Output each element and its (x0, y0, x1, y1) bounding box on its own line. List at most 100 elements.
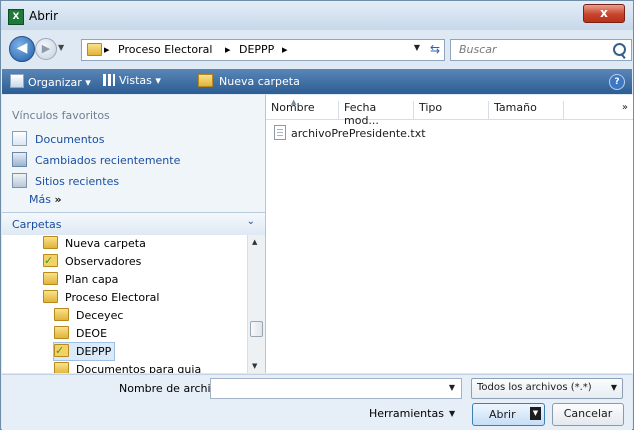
tree-item-deceyec[interactable]: Deceyec (54, 307, 123, 324)
search-icon[interactable] (613, 43, 626, 56)
fav-cambiados-recientemente[interactable]: Cambiados recientemente (12, 152, 180, 167)
address-bar[interactable]: ▸ Proceso Electoral ▸ DEPPP ▸ ▼ ⇆ (81, 39, 445, 61)
column-label: Tamaño (494, 101, 537, 114)
column-header-row: ▲ Nombre Fecha mod... Tipo Tamaño » (266, 95, 633, 127)
filetype-select[interactable]: Todos los archivos (*.*) ▼ (471, 378, 623, 399)
more-links[interactable]: Más » (29, 193, 62, 206)
open-dialog: X Abrir x ◀ ▶ ▼ ▸ Proceso Electoral ▸ DE… (0, 0, 634, 430)
fav-label: Sitios recientes (35, 175, 120, 188)
fav-sitios-recientes[interactable]: Sitios recientes (12, 173, 119, 188)
tree-item-label: Deceyec (76, 309, 124, 322)
tree-scrollbar[interactable]: ▲ ▼ (247, 235, 265, 373)
folders-header[interactable]: Carpetas ⌄ (2, 212, 265, 236)
file-list-pane: ▲ Nombre Fecha mod... Tipo Tamaño » archi… (266, 95, 633, 373)
help-button[interactable]: ? (609, 74, 625, 90)
organize-button[interactable]: Organizar ▾ (10, 74, 91, 89)
filetype-value: Todos los archivos (*.*) (477, 382, 592, 393)
file-name: archivoPrePresidente.txt (291, 127, 426, 140)
refresh-icon[interactable]: ⇆ (430, 42, 440, 56)
shared-folder-icon (54, 342, 69, 359)
scroll-down-icon[interactable]: ▼ (252, 362, 257, 370)
breadcrumb-separator: ▸ (282, 43, 288, 56)
tree-item-label: DEPPP (76, 345, 112, 358)
organize-icon (10, 74, 24, 88)
favorites-heading: Vínculos favoritos (12, 109, 110, 122)
tree-item-observadores[interactable]: Observadores (43, 252, 142, 270)
cancel-button[interactable]: Cancelar (552, 403, 624, 426)
folder-icon (43, 236, 58, 249)
column-label: Tipo (419, 101, 443, 114)
more-label: Más (29, 193, 51, 206)
folder-icon (87, 43, 102, 56)
tree-item-label: Nueva carpeta (65, 237, 146, 250)
organize-label: Organizar (28, 76, 82, 89)
sort-ascending-icon: ▲ (291, 98, 297, 106)
address-row: ◀ ▶ ▼ ▸ Proceso Electoral ▸ DEPPP ▸ ▼ ⇆ … (1, 30, 633, 64)
breadcrumb-proceso-electoral[interactable]: Proceso Electoral (118, 43, 212, 56)
folder-icon (54, 308, 69, 321)
tree-item-label: Plan capa (65, 273, 119, 286)
open-split-dropdown-icon[interactable]: ▼ (530, 407, 541, 420)
column-label: Fecha mod... (344, 101, 379, 127)
file-item[interactable]: archivoPrePresidente.txt (274, 125, 426, 141)
column-nombre[interactable]: ▲ Nombre (266, 98, 339, 119)
tree-item-documentos-para-guia[interactable]: Documentos para guia (54, 361, 201, 373)
tree-item-label: Observadores (65, 255, 142, 268)
recent-changes-icon (12, 152, 27, 167)
open-label: Abrir (489, 408, 516, 421)
folder-icon (54, 326, 69, 339)
folder-icon (54, 362, 69, 373)
column-fecha[interactable]: Fecha mod... (339, 101, 414, 127)
tree-item-deppp[interactable]: DEPPP (53, 342, 116, 361)
dialog-title: Abrir (29, 9, 59, 23)
folders-heading: Carpetas (12, 218, 62, 231)
breadcrumb-separator: ▸ (104, 43, 110, 56)
chevron-down-icon: ▼ (610, 383, 617, 392)
more-columns-icon[interactable]: » (622, 102, 628, 113)
new-folder-icon (198, 74, 213, 87)
tree-item-label: DEOE (76, 327, 108, 340)
fav-documentos[interactable]: Documentos (12, 131, 104, 146)
tree-item-plan-capa[interactable]: Plan capa (43, 271, 118, 288)
breadcrumb-deppp[interactable]: DEPPP (239, 43, 274, 56)
tree-item-label: Documentos para guia (76, 363, 202, 373)
scroll-thumb[interactable] (250, 321, 263, 337)
breadcrumb-separator: ▸ (225, 43, 231, 56)
title-bar: X Abrir x (1, 1, 633, 30)
tree-item-proceso-electoral[interactable]: Proceso Electoral (43, 289, 159, 306)
tree-item-nueva-carpeta[interactable]: Nueva carpeta (43, 235, 146, 252)
chevron-down-icon[interactable]: ⌄ (247, 216, 255, 227)
folder-icon (43, 272, 58, 285)
shared-folder-icon (43, 252, 58, 269)
views-label: Vistas (119, 74, 152, 87)
tools-dropdown-icon[interactable]: ▼ (449, 409, 455, 418)
folder-tree: Nueva carpeta Observadores Plan capa Pro… (2, 235, 247, 373)
command-toolbar: Organizar ▾ Vistas ▾ Nueva carpeta ? (2, 69, 632, 94)
filename-dropdown-icon[interactable]: ▼ (449, 383, 455, 392)
new-folder-button[interactable]: Nueva carpeta (198, 74, 300, 88)
search-input[interactable]: Buscar (459, 43, 497, 56)
column-tamano[interactable]: Tamaño (489, 101, 564, 119)
text-file-icon (274, 125, 286, 140)
open-button[interactable]: Abrir ▼ (472, 403, 545, 426)
fav-label: Cambiados recientemente (35, 154, 181, 167)
address-dropdown-icon[interactable]: ▼ (414, 43, 420, 52)
dialog-footer: Nombre de archivo: ▼ Todos los archivos … (2, 374, 632, 430)
new-folder-label: Nueva carpeta (219, 75, 300, 88)
excel-app-icon: X (8, 9, 24, 25)
column-tipo[interactable]: Tipo (414, 101, 489, 119)
close-button[interactable]: x (583, 4, 625, 23)
views-icon (103, 74, 115, 86)
forward-button[interactable]: ▶ (35, 38, 57, 60)
more-chevron-icon: » (54, 193, 62, 206)
search-box[interactable]: Buscar (450, 39, 632, 61)
fav-label: Documentos (35, 133, 105, 146)
views-button[interactable]: Vistas ▾ (103, 74, 161, 87)
scroll-up-icon[interactable]: ▲ (252, 238, 257, 246)
filename-input[interactable]: ▼ (210, 378, 462, 399)
documents-icon (12, 131, 27, 146)
tools-button[interactable]: Herramientas (369, 407, 444, 420)
history-dropdown-icon[interactable]: ▼ (58, 44, 66, 52)
back-button[interactable]: ◀ (9, 36, 35, 62)
tree-item-deoe[interactable]: DEOE (54, 325, 107, 342)
